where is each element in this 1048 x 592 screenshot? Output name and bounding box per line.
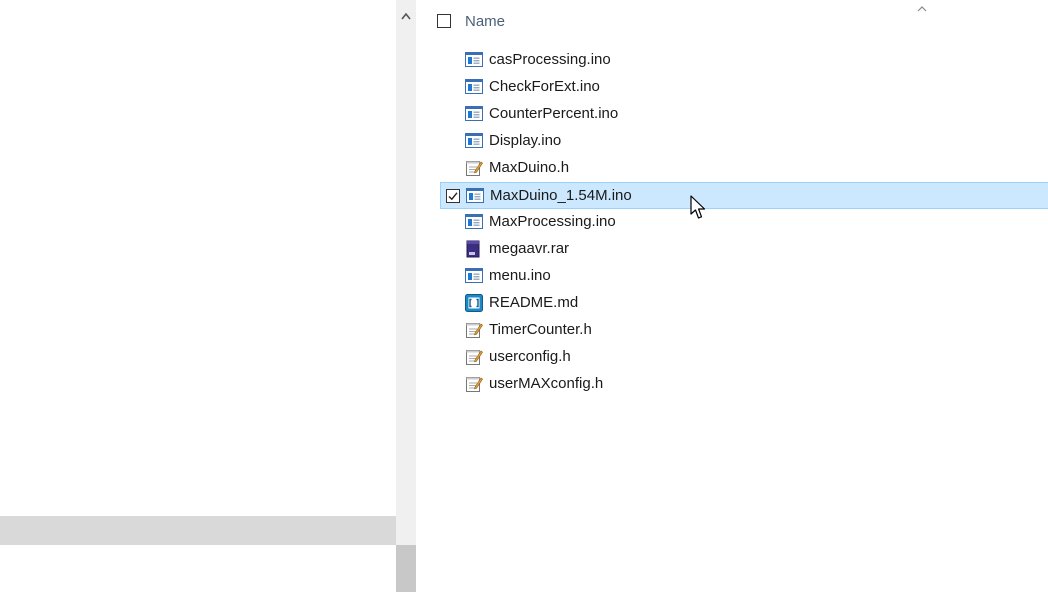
- file-name: TimerCounter.h: [489, 321, 592, 338]
- file-row[interactable]: casProcessing.ino: [440, 47, 1048, 74]
- rar-archive-icon: [465, 240, 483, 258]
- file-name: megaavr.rar: [489, 240, 570, 257]
- file-row[interactable]: TimerCounter.h: [440, 317, 1048, 344]
- markdown-file-icon: [465, 294, 483, 312]
- file-name: MaxDuino_1.54M.ino: [490, 187, 632, 204]
- ino-file-icon: [465, 105, 483, 123]
- chevron-up-icon: [401, 12, 411, 20]
- file-name: MaxDuino.h: [489, 159, 570, 176]
- mouse-cursor-icon: [690, 195, 706, 219]
- ino-file-icon: [466, 187, 484, 205]
- header-file-icon: [465, 375, 483, 393]
- file-row[interactable]: CounterPercent.ino: [440, 101, 1048, 128]
- file-name: README.md: [489, 294, 579, 311]
- file-name: userconfig.h: [489, 348, 571, 365]
- ino-file-icon: [465, 267, 483, 285]
- file-name: userMAXconfig.h: [489, 375, 604, 392]
- navigation-pane-horizontal-scrollbar[interactable]: [0, 516, 396, 545]
- navigation-pane[interactable]: [0, 0, 396, 592]
- file-list-pane: Name casProcessing.ino CheckForExt.ino Cou…: [416, 0, 1048, 592]
- header-file-icon: [465, 321, 483, 339]
- ino-file-icon: [465, 51, 483, 69]
- file-row[interactable]: megaavr.rar: [440, 236, 1048, 263]
- file-name: MaxProcessing.ino: [489, 213, 616, 230]
- file-row[interactable]: MaxDuino_1.54M.ino: [440, 182, 1048, 209]
- file-name: casProcessing.ino: [489, 51, 611, 68]
- file-row[interactable]: userMAXconfig.h: [440, 371, 1048, 398]
- file-explorer-window: Name casProcessing.ino CheckForExt.ino Cou…: [0, 0, 1048, 592]
- file-row[interactable]: menu.ino: [440, 263, 1048, 290]
- scroll-up-button[interactable]: [396, 0, 416, 32]
- header-file-icon: [465, 159, 483, 177]
- ino-file-icon: [465, 132, 483, 150]
- file-row[interactable]: MaxDuino.h: [440, 155, 1048, 182]
- navigation-pane-vertical-scrollbar[interactable]: [396, 0, 416, 592]
- column-header-row: Name: [416, 0, 1048, 44]
- ino-file-icon: [465, 78, 483, 96]
- file-row[interactable]: userconfig.h: [440, 344, 1048, 371]
- checkmark-icon: [448, 192, 458, 201]
- sort-ascending-icon: [917, 6, 927, 12]
- file-name: CounterPercent.ino: [489, 105, 619, 122]
- file-name: Display.ino: [489, 132, 562, 149]
- file-row[interactable]: CheckForExt.ino: [440, 74, 1048, 101]
- file-name: CheckForExt.ino: [489, 78, 600, 95]
- name-column-header[interactable]: Name: [465, 13, 505, 30]
- file-row[interactable]: MaxProcessing.ino: [440, 209, 1048, 236]
- file-row[interactable]: README.md: [440, 290, 1048, 317]
- file-row[interactable]: Display.ino: [440, 128, 1048, 155]
- row-checkbox[interactable]: [446, 189, 460, 203]
- ino-file-icon: [465, 213, 483, 231]
- select-all-checkbox[interactable]: [437, 14, 451, 28]
- header-file-icon: [465, 348, 483, 366]
- scroll-thumb[interactable]: [396, 545, 416, 592]
- file-name: menu.ino: [489, 267, 551, 284]
